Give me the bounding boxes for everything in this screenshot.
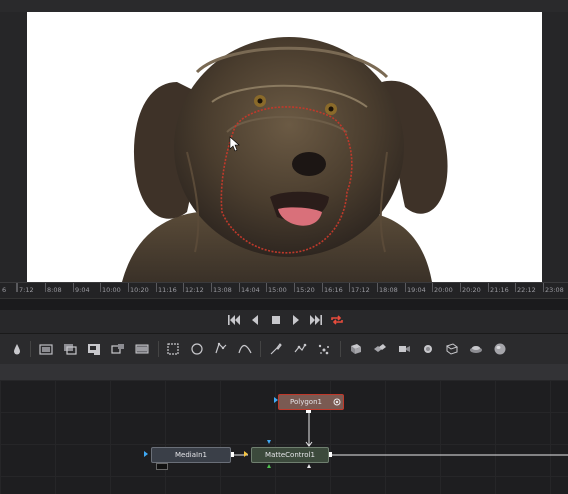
node-label: MediaIn1 xyxy=(175,451,207,459)
tick-label: 22:12 xyxy=(517,286,536,294)
media-in-thumbnail-toggle[interactable] xyxy=(156,463,168,470)
tracker-icon[interactable] xyxy=(292,341,308,357)
polygon-node[interactable]: Polygon1 xyxy=(278,394,344,410)
toolbar-separator xyxy=(30,341,31,357)
stop-icon xyxy=(272,316,280,324)
tick-label: 10:00 xyxy=(102,286,121,294)
play-icon xyxy=(293,315,299,325)
bspline-icon[interactable] xyxy=(237,341,253,357)
media-in-node[interactable]: MediaIn1 xyxy=(151,447,231,463)
tick-label: 11:16 xyxy=(158,286,177,294)
tick-label: 14:04 xyxy=(241,286,260,294)
toolbar-separator xyxy=(158,341,159,357)
toolbar-separator xyxy=(340,341,341,357)
tool-bar xyxy=(0,333,568,365)
node-label: MatteControl1 xyxy=(265,451,315,459)
transport-controls xyxy=(0,310,568,333)
background-icon[interactable] xyxy=(38,341,54,357)
fog3d-icon[interactable] xyxy=(468,341,484,357)
tick-label: 17:12 xyxy=(351,286,370,294)
play-reverse-icon xyxy=(252,315,258,325)
loop-icon xyxy=(331,315,343,325)
skip-to-start-button[interactable] xyxy=(226,314,242,328)
rectangle-icon[interactable] xyxy=(165,341,181,357)
tick-label: 15:00 xyxy=(268,286,287,294)
tick-label: 13:08 xyxy=(213,286,232,294)
tick-label: 6 xyxy=(2,286,7,294)
node-editor-header xyxy=(0,364,568,380)
tick-label: 12:12 xyxy=(185,286,204,294)
tick-label: 10:20 xyxy=(130,286,149,294)
tick-label: 20:20 xyxy=(462,286,481,294)
transform-icon[interactable] xyxy=(110,341,126,357)
camera3d-icon[interactable] xyxy=(396,341,412,357)
skip-to-end-button[interactable] xyxy=(308,314,324,328)
paint-icon[interactable] xyxy=(268,341,284,357)
matte-control-node[interactable]: MatteControl1 xyxy=(251,447,329,463)
viewer-image[interactable] xyxy=(27,12,542,282)
time-ruler[interactable]: 6 7:12 8:08 9:04 10:00 10:20 11:16 12:12… xyxy=(0,282,568,299)
viewer[interactable] xyxy=(0,12,568,282)
play-button[interactable] xyxy=(290,314,302,328)
tick-label: 18:08 xyxy=(379,286,398,294)
render3d-icon[interactable] xyxy=(444,341,460,357)
tick-label: 21:16 xyxy=(490,286,509,294)
node-editor[interactable]: Polygon1 MediaIn1 MatteControl1 xyxy=(0,380,568,494)
tick-label: 20:00 xyxy=(434,286,453,294)
tick-label: 16:16 xyxy=(324,286,343,294)
shape3d-icon[interactable] xyxy=(348,341,364,357)
tick-label: 23:08 xyxy=(545,286,564,294)
tick-label: 15:20 xyxy=(296,286,315,294)
merge-icon[interactable] xyxy=(62,341,78,357)
drop-icon[interactable] xyxy=(9,341,25,357)
skip-to-start-icon xyxy=(228,315,240,325)
stop-button[interactable] xyxy=(270,314,282,328)
sphere-icon[interactable] xyxy=(492,341,508,357)
polygon-icon[interactable] xyxy=(213,341,229,357)
text-icon[interactable] xyxy=(86,341,102,357)
tick-label: 8:08 xyxy=(47,286,62,294)
step-back-button[interactable] xyxy=(249,314,261,328)
skip-to-end-icon xyxy=(310,315,322,325)
tick-label: 7:12 xyxy=(19,286,34,294)
node-label: Polygon1 xyxy=(290,398,322,406)
loop-button[interactable] xyxy=(329,314,345,328)
blur-icon[interactable] xyxy=(134,341,150,357)
tick-label: 19:04 xyxy=(407,286,426,294)
particles-icon[interactable] xyxy=(316,341,332,357)
viewer-header xyxy=(0,0,568,12)
ellipse-icon[interactable] xyxy=(189,341,205,357)
merge3d-icon[interactable] xyxy=(372,341,388,357)
tick-label: 9:04 xyxy=(75,286,90,294)
toolbar-separator xyxy=(260,341,261,357)
light3d-icon[interactable] xyxy=(420,341,436,357)
dog-image xyxy=(122,37,448,282)
mask-icon xyxy=(333,398,341,406)
